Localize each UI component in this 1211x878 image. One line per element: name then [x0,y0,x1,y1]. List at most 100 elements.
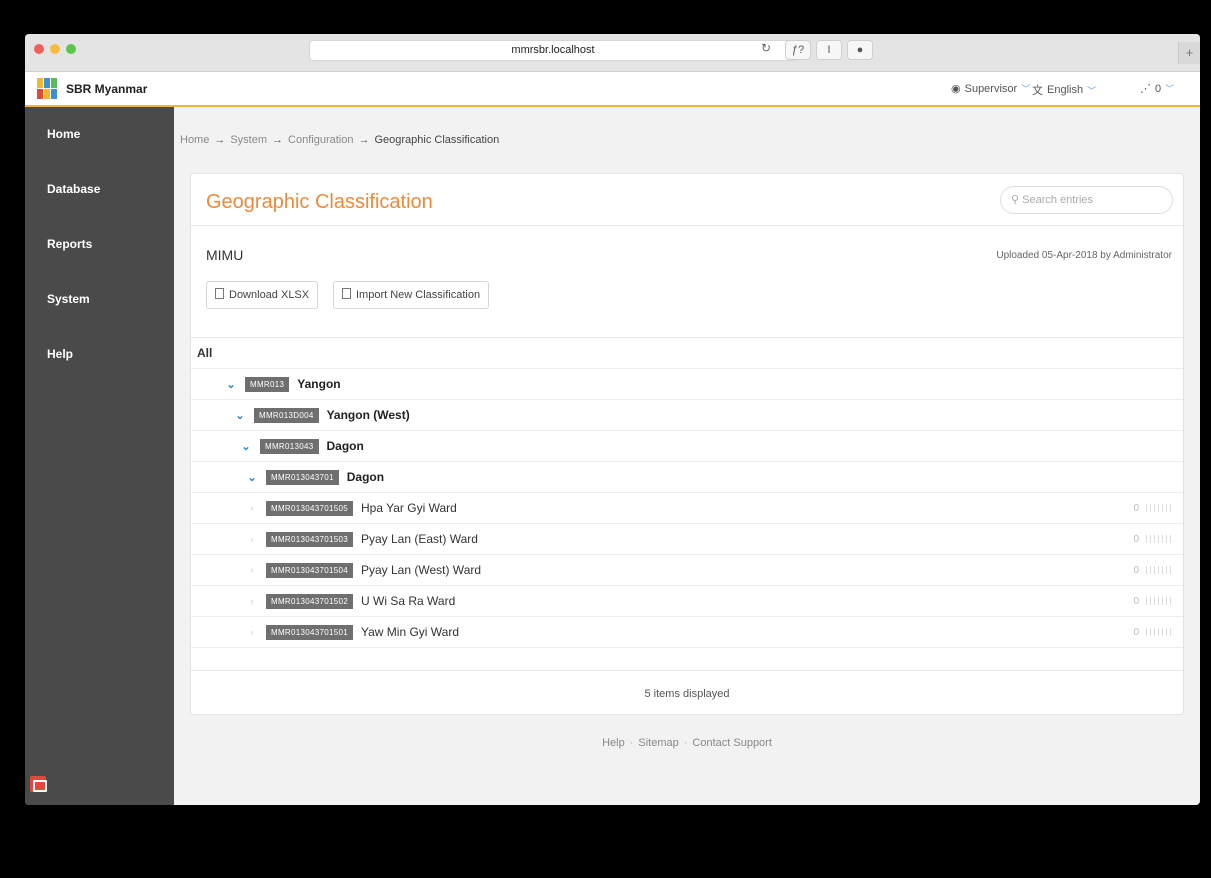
breadcrumb-configuration[interactable]: Configuration [288,134,353,146]
tree-row[interactable]: ⌄ MMR013043 Dagon [191,431,1183,462]
ward-name: Hpa Yar Gyi Ward [361,501,457,515]
footer-link-sitemap[interactable]: Sitemap [638,737,678,749]
chevron-down-icon[interactable]: ⌄ [234,409,246,422]
file-icon [215,288,224,299]
file-icon [342,288,351,299]
upload-info: Uploaded 05-Apr-2018 by Administrator [996,250,1172,261]
divider [191,225,1183,226]
zoom-window-button[interactable] [66,44,76,54]
township-code: MMR013043 [260,438,319,454]
search-placeholder: Search entries [1022,194,1094,206]
breadcrumb-home[interactable]: Home [180,134,209,146]
brand-logo-icon[interactable] [37,78,57,100]
sparkline-icon [1146,597,1172,605]
language-label: English [1047,84,1084,96]
chevron-right-icon[interactable]: › [246,534,258,544]
window-controls [34,44,76,54]
footer-link-contact-support[interactable]: Contact Support [692,737,772,749]
import-classification-button[interactable]: Import New Classification [333,281,490,309]
region-code: MMR013 [245,376,290,392]
district-name: Yangon (West) [326,408,410,422]
unit-count: 0 [1133,595,1139,607]
page-title: Geographic Classification [206,191,433,213]
ward-code: MMR013043701501 [266,624,353,640]
divider [191,670,1183,671]
download-xlsx-button[interactable]: Download XLSX [206,281,319,309]
chevron-right-icon[interactable]: › [246,627,258,637]
reload-icon[interactable]: ↻ [761,41,771,55]
unit-count: 0 [1133,564,1139,576]
ward-code: MMR013043701503 [266,531,353,547]
chevron-down-icon: ﹀ [1021,84,1031,94]
translate-icon: 文 [1032,85,1043,97]
user-menu[interactable]: ◉ Supervisor ﹀ [951,82,1031,96]
tree-root-label: All [197,346,213,360]
sidebar-item-system[interactable]: System [25,272,174,327]
classification-tree: All ⌄ MMR013 Yangon ⌄ MMR013D004 Yangon … [191,338,1183,648]
download-xlsx-label: Download XLSX [229,289,310,301]
tree-row[interactable]: ⌄ MMR013043701 Dagon [191,462,1183,493]
brand-name[interactable]: SBR Myanmar [66,82,147,96]
breadcrumb-system[interactable]: System [230,134,267,146]
township-name: Dagon [326,439,364,453]
separator-dot: · [683,737,688,749]
unit-count: 0 [1133,533,1139,545]
extension-button-2[interactable]: I [816,40,842,60]
region-name: Yangon [297,377,341,391]
chevron-down-icon[interactable]: ⌄ [240,440,252,453]
sidebar-item-database[interactable]: Database [25,162,174,217]
ward-code: MMR013043701504 [266,562,353,578]
chevron-down-icon: ﹀ [1165,84,1175,94]
extension-button-1[interactable]: ƒ? [785,40,811,60]
sparkline-icon [1146,535,1172,543]
browser-titlebar: mmrsbr.localhost ↻ ƒ? I ● + [25,34,1200,72]
chevron-right-icon[interactable]: › [246,503,258,513]
chevron-down-icon[interactable]: ⌄ [246,471,258,484]
app-badge-icon[interactable] [30,776,47,792]
town-code: MMR013043701 [266,469,339,485]
tree-row[interactable]: › MMR013043701502 U Wi Sa Ra Ward 0 [191,586,1183,617]
sidebar: Home Database Reports System Help [25,107,174,805]
tree-row[interactable]: ⌄ MMR013 Yangon [191,369,1183,400]
classification-panel: Geographic Classification ⚲ Search entri… [190,173,1184,715]
classification-name: MIMU [206,247,244,263]
user-icon: ◉ [951,83,961,95]
close-window-button[interactable] [34,44,44,54]
page-footer: Help · Sitemap · Contact Support [174,737,1200,749]
chevron-right-icon[interactable]: › [246,565,258,575]
search-input[interactable]: ⚲ Search entries [1000,186,1173,214]
unit-count: 0 [1133,502,1139,514]
address-bar[interactable]: mmrsbr.localhost [309,40,797,61]
tree-row[interactable]: › MMR013043701503 Pyay Lan (East) Ward 0 [191,524,1183,555]
arrow-right-icon: → [272,134,284,146]
ward-code: MMR013043701502 [266,593,353,609]
separator-dot: · [629,737,634,749]
ward-name: Yaw Min Gyi Ward [361,625,460,639]
sidebar-item-help[interactable]: Help [25,327,174,382]
minimize-window-button[interactable] [50,44,60,54]
breadcrumb-current: Geographic Classification [374,134,500,146]
chevron-down-icon[interactable]: ⌄ [225,378,237,391]
sidebar-item-reports[interactable]: Reports [25,217,174,272]
new-tab-button[interactable]: + [1178,42,1200,64]
extension-button-3[interactable]: ● [847,40,873,60]
footer-link-help[interactable]: Help [602,737,625,749]
breadcrumb: Home → System → Configuration → Geographic Cla… [180,134,499,146]
notifications-count: 0 [1155,82,1162,95]
tree-row[interactable]: › MMR013043701504 Pyay Lan (West) Ward 0 [191,555,1183,586]
tree-row[interactable]: › MMR013043701501 Yaw Min Gyi Ward 0 [191,617,1183,648]
tree-row[interactable]: › MMR013043701505 Hpa Yar Gyi Ward 0 [191,493,1183,524]
ward-code: MMR013043701505 [266,500,353,516]
search-icon: ⚲ [1011,194,1020,206]
notifications-menu[interactable]: ⋰ 0 ﹀ [1140,82,1175,96]
chevron-right-icon[interactable]: › [246,596,258,606]
tree-row[interactable]: ⌄ MMR013D004 Yangon (West) [191,400,1183,431]
chevron-down-icon: ﹀ [1087,85,1097,96]
sidebar-item-home[interactable]: Home [25,107,174,162]
user-label: Supervisor [964,82,1018,95]
language-menu[interactable]: 文 English ﹀ [1032,82,1096,98]
tree-root-row[interactable]: All [191,338,1183,369]
app-header: SBR Myanmar ◉ Supervisor ﹀ 文 English ﹀ ⋰… [25,72,1200,107]
items-displayed: 5 items displayed [644,688,730,700]
ward-name: Pyay Lan (West) Ward [361,563,482,577]
